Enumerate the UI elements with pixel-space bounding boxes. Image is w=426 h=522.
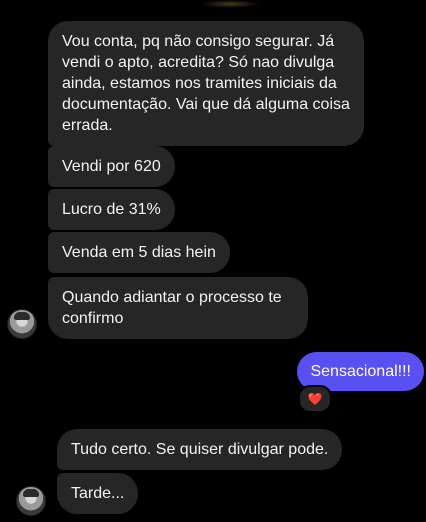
- contact-avatar-icon[interactable]: [16, 486, 46, 516]
- heart-reaction-icon[interactable]: ❤️: [298, 385, 332, 413]
- message-received-4[interactable]: Venda em 5 dias hein: [48, 232, 230, 273]
- message-text: Vou conta, pq não consigo segurar. Já ve…: [62, 33, 350, 134]
- message-text: Vendi por 620: [62, 158, 161, 175]
- message-text: Sensacional!!!: [310, 363, 411, 380]
- top-glow: [200, 0, 260, 8]
- message-received-3[interactable]: Lucro de 31%: [48, 189, 175, 230]
- message-text: Tudo certo. Se quiser divulgar pode.: [71, 441, 329, 458]
- message-received-2[interactable]: Vendi por 620: [48, 146, 175, 187]
- message-text: Lucro de 31%: [62, 201, 161, 218]
- message-text: Venda em 5 dias hein: [62, 244, 216, 261]
- message-received-7[interactable]: Tarde...: [57, 473, 139, 514]
- message-received-5[interactable]: Quando adiantar o processo te confirmo: [48, 277, 308, 339]
- message-text: Tarde...: [71, 485, 125, 502]
- contact-avatar-icon[interactable]: [7, 309, 37, 339]
- reaction-emoji: ❤️: [307, 392, 323, 406]
- message-received-6[interactable]: Tudo certo. Se quiser divulgar pode.: [57, 429, 343, 470]
- message-text: Quando adiantar o processo te confirmo: [62, 289, 282, 327]
- message-received-1[interactable]: Vou conta, pq não consigo segurar. Já ve…: [48, 21, 364, 146]
